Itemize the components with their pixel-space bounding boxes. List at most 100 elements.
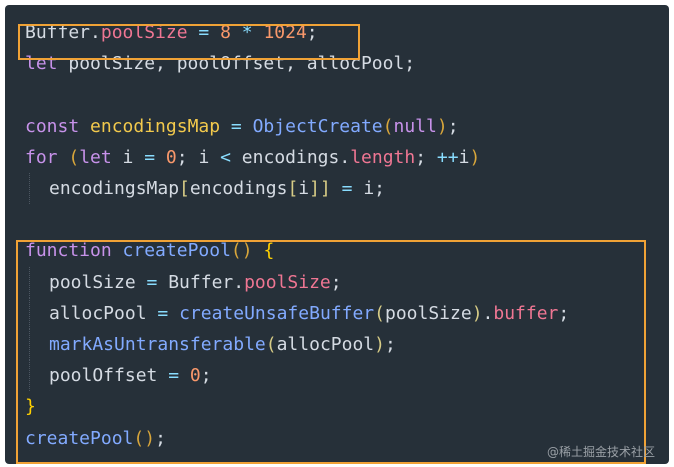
code-text: const encodingsMap = ObjectCreate(null); [25, 111, 459, 142]
code-token: ; [330, 271, 342, 293]
code-token: createPool [122, 240, 231, 262]
code-text: encodingsMap[encodings[i]] = i; [49, 173, 385, 204]
code-token: { [263, 240, 275, 262]
code-token: ) [374, 334, 385, 355]
code-token: Buffer. [25, 22, 101, 43]
code-text: Buffer.poolSize = 8 * 1024; [25, 17, 318, 48]
code-line: const encodingsMap = ObjectCreate(null); [5, 111, 669, 142]
code-token: ] [319, 178, 331, 199]
code-token: = [146, 302, 180, 324]
code-token: () [230, 240, 253, 262]
code-text: function createPool() { [25, 235, 274, 266]
code-token: encodingsMap [90, 115, 221, 137]
indent-guide [29, 297, 30, 329]
code-token: . [482, 302, 494, 324]
code-token: 8 [220, 22, 231, 43]
code-token: poolSize, poolOffset, allocPool; [57, 53, 416, 75]
code-text: allocPool = createUnsafeBuffer(poolSize)… [49, 298, 569, 329]
code-token: poolOffset [49, 365, 158, 387]
code-text: poolOffset = 0; [49, 360, 212, 391]
code-token: let [79, 146, 112, 168]
code-line: poolSize = Buffer.poolSize; [5, 266, 669, 298]
code-token: ; [155, 427, 166, 449]
code-token: ObjectCreate [252, 115, 383, 137]
code-token: ; [200, 365, 212, 387]
code-token: i; [363, 178, 386, 199]
code-text: createPool(); [25, 423, 166, 454]
code-token: 0 [165, 146, 177, 168]
code-token: ; [306, 22, 318, 43]
code-token: < [220, 146, 231, 168]
code-token: createUnsafeBuffer [179, 302, 375, 324]
code-token: let [25, 53, 58, 75]
code-token: allocPool [276, 334, 375, 355]
code-token: ( [382, 115, 394, 137]
code-token: ; [558, 302, 570, 324]
code-token: ++ [436, 146, 459, 168]
code-token: [ [287, 178, 299, 199]
code-line: function createPool() { [5, 235, 669, 266]
code-token: * [230, 22, 264, 43]
code-line: Buffer.poolSize = 8 * 1024; [5, 17, 669, 48]
code-editor: Buffer.poolSize = 8 * 1024; let poolSize,… [5, 5, 669, 464]
code-line: poolOffset = 0; [5, 360, 669, 392]
code-token: () [133, 427, 156, 449]
code-token: null [393, 115, 437, 137]
code-line: } [5, 391, 669, 422]
code-token: = [144, 146, 156, 168]
code-token: length [350, 146, 416, 168]
code-token: Buffer. [168, 271, 245, 293]
code-token: } [25, 396, 36, 418]
code-token: = [135, 271, 169, 293]
code-text: for (let i = 0; i < encodings.length; ++… [25, 142, 480, 173]
code-token: poolSize [244, 271, 331, 293]
code-token: i [458, 146, 470, 168]
code-token: allocPool [49, 302, 147, 324]
code-token: encodings [189, 178, 288, 199]
code-token: ) [471, 302, 483, 324]
code-token: createPool [25, 427, 134, 449]
code-text: } [25, 391, 36, 422]
code-token: ( [68, 146, 80, 168]
code-token: function [25, 240, 112, 262]
code-token: poolSize [100, 22, 188, 43]
code-token: const [25, 115, 80, 137]
code-token: ) [436, 115, 448, 137]
indent-guide [29, 329, 30, 360]
code-line: encodingsMap[encodings[i]] = i; [5, 173, 669, 204]
code-token: 0 [189, 365, 201, 387]
code-token: encodingsMap [49, 178, 180, 199]
code-token: encodings. [230, 146, 351, 168]
indent-guide [29, 360, 30, 392]
code-token: = [187, 22, 221, 43]
code-token: = [220, 115, 253, 137]
code-token: i [298, 178, 310, 199]
code-token: ( [265, 334, 277, 355]
code-token: ] [309, 178, 320, 199]
code-line: for (let i = 0; i < encodings.length; ++… [5, 142, 669, 173]
code-token: ; [384, 334, 396, 355]
code-text: poolSize = Buffer.poolSize; [49, 267, 342, 298]
code-token: buffer [493, 302, 559, 324]
code-line: allocPool = createUnsafeBuffer(poolSize)… [5, 297, 669, 329]
code-token: ; i [176, 146, 221, 168]
code-token: ; [415, 146, 437, 168]
code-text: markAsUntransferable(allocPool); [49, 329, 396, 360]
code-token: poolSize [384, 302, 472, 324]
code-token: ; [447, 115, 459, 137]
code-token: = [157, 365, 190, 387]
code-line: let poolSize, poolOffset, allocPool; [5, 48, 669, 79]
code-text: let poolSize, poolOffset, allocPool; [25, 48, 415, 79]
code-token: = [330, 178, 364, 199]
code-line: markAsUntransferable(allocPool); [5, 329, 669, 360]
code-token: ( [374, 302, 385, 324]
code-token: ) [469, 146, 481, 168]
indent-guide [29, 173, 30, 204]
code-token: i [111, 146, 145, 168]
